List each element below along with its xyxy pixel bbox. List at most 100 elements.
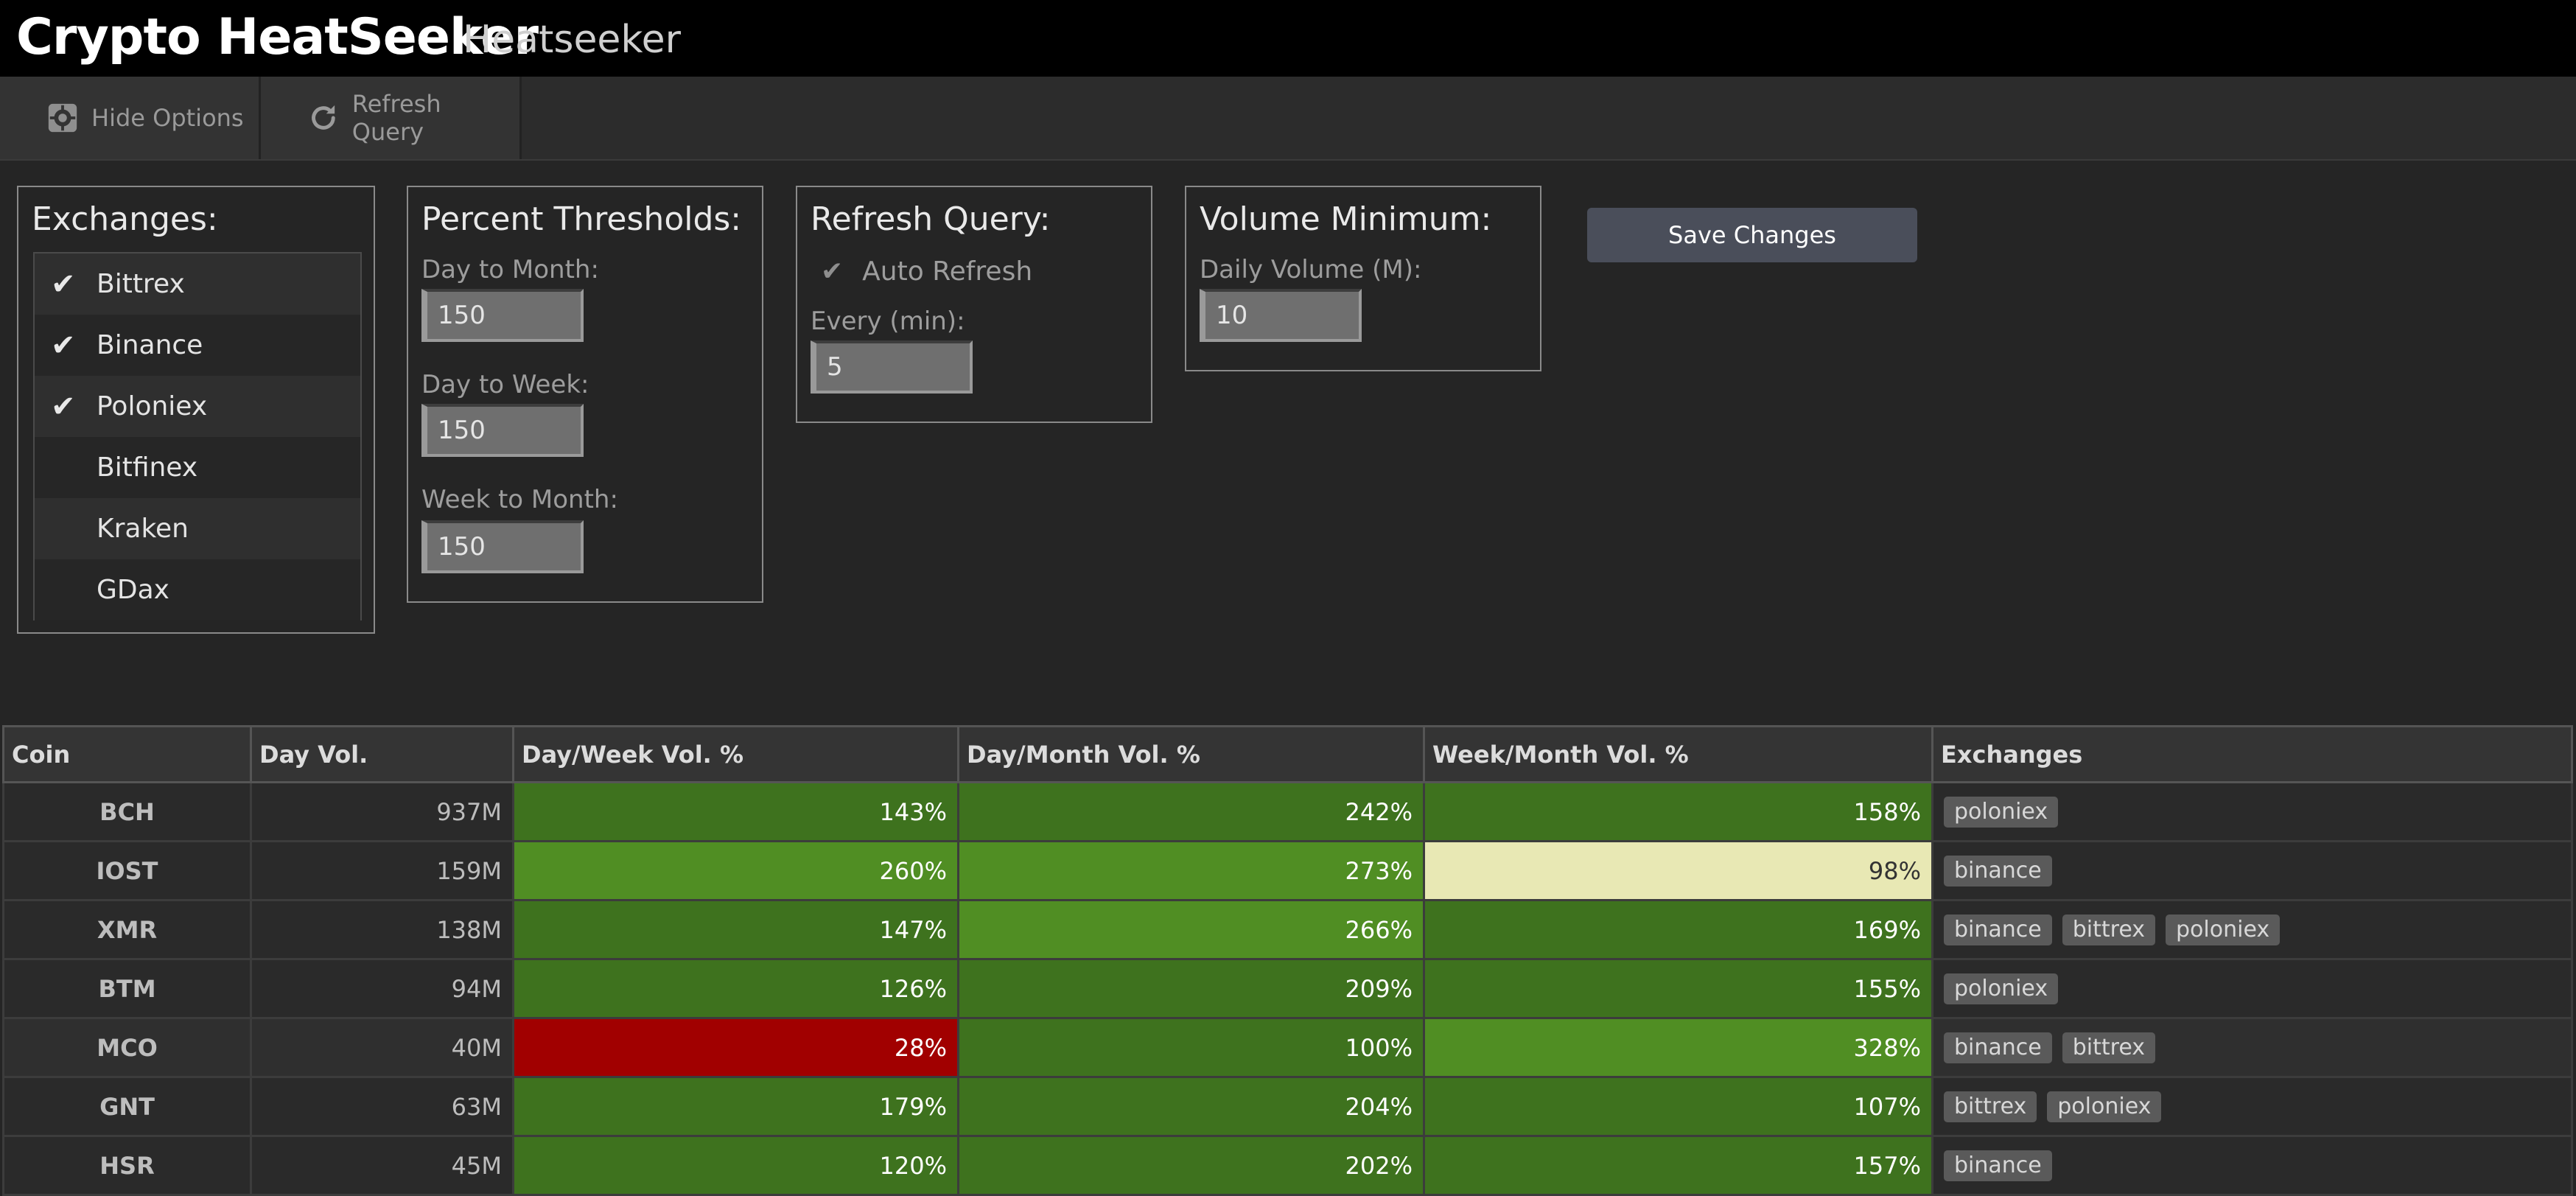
- exchange-item-binance[interactable]: ✔ Binance: [35, 315, 360, 376]
- day-week-cell: 126%: [512, 958, 959, 1019]
- hide-options-label: Hide Options: [91, 104, 244, 132]
- day-month-cell: 266%: [957, 899, 1425, 960]
- table-row[interactable]: IOST 159M 260% 273% 98% binance: [2, 840, 2573, 901]
- gear-icon: [48, 103, 77, 133]
- coin-cell: MCO: [2, 1017, 252, 1078]
- exchange-item-poloniex[interactable]: ✔ Poloniex: [35, 376, 360, 437]
- day-to-week-input[interactable]: 150: [421, 404, 584, 457]
- day-to-week-label: Day to Week:: [421, 370, 589, 399]
- exchanges-cell: poloniex: [1931, 781, 2573, 842]
- refresh-query-button[interactable]: Refresh Query: [261, 77, 522, 159]
- refresh-icon: [312, 105, 335, 130]
- exchanges-cell: binance: [1931, 1135, 2573, 1196]
- exchange-tag: binance: [1944, 914, 2052, 945]
- column-header-day-week[interactable]: Day/Week Vol. %: [512, 725, 959, 783]
- week-month-cell: 158%: [1423, 781, 1933, 842]
- exchange-label: Binance: [97, 330, 203, 360]
- exchange-tag: poloniex: [2047, 1091, 2162, 1122]
- day-week-cell: 28%: [512, 1017, 959, 1078]
- exchange-tag: binance: [1944, 1032, 2052, 1063]
- exchanges-title: Exchanges:: [32, 200, 218, 238]
- coin-cell: IOST: [2, 840, 252, 901]
- exchange-tag: poloniex: [2166, 914, 2281, 945]
- day-week-cell: 179%: [512, 1076, 959, 1137]
- exchange-item-bittrex[interactable]: ✔ Bittrex: [35, 253, 360, 315]
- column-header-week-month[interactable]: Week/Month Vol. %: [1423, 725, 1933, 783]
- day-month-cell: 100%: [957, 1017, 1425, 1078]
- toolbar: Hide Options Refresh Query: [0, 77, 2576, 161]
- exchange-item-kraken[interactable]: Kraken: [35, 498, 360, 559]
- daily-volume-input[interactable]: 10: [1200, 289, 1362, 342]
- exchange-label: GDax: [97, 575, 169, 605]
- table-row[interactable]: GNT 63M 179% 204% 107% bittrex poloniex: [2, 1076, 2573, 1137]
- day-to-month-label: Day to Month:: [421, 255, 599, 284]
- save-changes-button[interactable]: Save Changes: [1587, 208, 1917, 262]
- day-month-cell: 204%: [957, 1076, 1425, 1137]
- refresh-panel: Refresh Query: ✔ Auto Refresh Every (min)…: [796, 186, 1152, 423]
- exchange-tag: bittrex: [1944, 1091, 2037, 1122]
- auto-refresh-checkbox[interactable]: ✔ Auto Refresh: [821, 256, 1032, 287]
- table-header-row: Coin Day Vol. Day/Week Vol. % Day/Month …: [2, 725, 2573, 783]
- day-vol-cell: 937M: [250, 781, 514, 842]
- day-to-month-input[interactable]: 150: [421, 289, 584, 342]
- header-bar: Crypto HeatSeeker Heatseeker: [0, 0, 2576, 77]
- exchanges-list: ✔ Bittrex ✔ Binance ✔ Poloniex Bitfinex Kra…: [33, 252, 362, 620]
- day-week-cell: 260%: [512, 840, 959, 901]
- week-month-cell: 98%: [1423, 840, 1933, 901]
- column-header-exchanges[interactable]: Exchanges: [1931, 725, 2573, 783]
- day-vol-cell: 94M: [250, 958, 514, 1019]
- week-month-cell: 157%: [1423, 1135, 1933, 1196]
- week-to-month-input[interactable]: 150: [421, 520, 584, 573]
- volume-panel: Volume Minimum: Daily Volume (M): 10: [1185, 186, 1541, 371]
- app-title: Crypto HeatSeeker: [16, 8, 539, 66]
- table-row[interactable]: MCO 40M 28% 100% 328% binance bittrex: [2, 1017, 2573, 1078]
- exchanges-cell: binance: [1931, 840, 2573, 901]
- exchanges-panel: Exchanges: ✔ Bittrex ✔ Binance ✔ Poloniex B…: [17, 186, 375, 634]
- refresh-title: Refresh Query:: [811, 200, 1051, 238]
- table-row[interactable]: HSR 45M 120% 202% 157% binance: [2, 1135, 2573, 1196]
- every-min-input[interactable]: 5: [811, 340, 973, 394]
- exchanges-cell: bittrex poloniex: [1931, 1076, 2573, 1137]
- week-month-cell: 107%: [1423, 1076, 1933, 1137]
- check-icon: ✔: [51, 267, 76, 301]
- hide-options-button[interactable]: Hide Options: [0, 77, 261, 159]
- column-header-day-vol[interactable]: Day Vol.: [250, 725, 514, 783]
- week-month-cell: 169%: [1423, 899, 1933, 960]
- exchange-tag: poloniex: [1944, 796, 2059, 828]
- coin-cell: HSR: [2, 1135, 252, 1196]
- day-vol-cell: 159M: [250, 840, 514, 901]
- thresholds-title: Percent Thresholds:: [421, 200, 742, 238]
- day-vol-cell: 40M: [250, 1017, 514, 1078]
- column-header-day-month[interactable]: Day/Month Vol. %: [957, 725, 1425, 783]
- day-week-cell: 147%: [512, 899, 959, 960]
- day-week-cell: 143%: [512, 781, 959, 842]
- table-row[interactable]: XMR 138M 147% 266% 169% binance bittrex po…: [2, 899, 2573, 960]
- exchange-tag: binance: [1944, 1150, 2052, 1181]
- coin-cell: BCH: [2, 781, 252, 842]
- column-header-coin[interactable]: Coin: [2, 725, 252, 783]
- auto-refresh-label: Auto Refresh: [862, 256, 1033, 287]
- every-min-label: Every (min):: [811, 307, 965, 336]
- refresh-query-label: Refresh Query: [351, 90, 441, 146]
- exchange-item-bitfinex[interactable]: Bitfinex: [35, 437, 360, 498]
- daily-volume-label: Daily Volume (M):: [1200, 255, 1422, 284]
- exchange-label: Bitfinex: [97, 452, 198, 483]
- table-row[interactable]: BCH 937M 143% 242% 158% poloniex: [2, 781, 2573, 842]
- table-row[interactable]: BTM 94M 126% 209% 155% poloniex: [2, 958, 2573, 1019]
- check-icon: ✔: [821, 256, 844, 287]
- coin-cell: BTM: [2, 958, 252, 1019]
- day-month-cell: 209%: [957, 958, 1425, 1019]
- exchange-label: Kraken: [97, 514, 189, 544]
- exchange-label: Poloniex: [97, 391, 208, 422]
- week-month-cell: 155%: [1423, 958, 1933, 1019]
- day-vol-cell: 45M: [250, 1135, 514, 1196]
- check-icon: ✔: [51, 328, 76, 363]
- coin-cell: XMR: [2, 899, 252, 960]
- exchanges-cell: poloniex: [1931, 958, 2573, 1019]
- exchange-tag: bittrex: [2062, 914, 2156, 945]
- exchange-tag: bittrex: [2062, 1032, 2156, 1063]
- exchange-item-gdax[interactable]: GDax: [35, 559, 360, 620]
- day-vol-cell: 63M: [250, 1076, 514, 1137]
- week-month-cell: 328%: [1423, 1017, 1933, 1078]
- day-week-cell: 120%: [512, 1135, 959, 1196]
